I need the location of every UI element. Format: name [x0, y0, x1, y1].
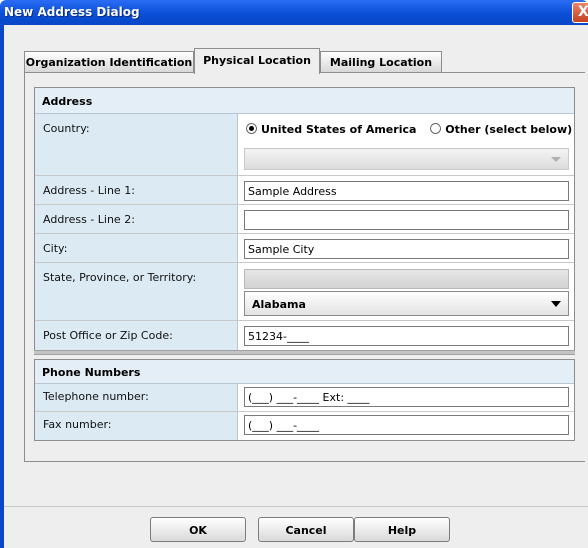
address-line2-input[interactable] — [244, 210, 569, 230]
radio-united-states[interactable]: United States of America — [246, 123, 416, 136]
ok-button[interactable]: OK — [150, 517, 246, 542]
state-select[interactable]: Alabama — [244, 291, 569, 316]
section-divider[interactable] — [34, 350, 575, 355]
telephone-label: Telephone number: — [35, 384, 238, 411]
state-select-value: Alabama — [252, 298, 306, 311]
address-header: Address — [35, 88, 574, 114]
fax-label: Fax number: — [35, 412, 238, 440]
country-radio-group: United States of America Other (select b… — [246, 123, 572, 136]
phone-header: Phone Numbers — [35, 360, 574, 384]
address-line1-input[interactable]: Sample Address — [244, 181, 569, 201]
fax-value: (___) ___-____ — [238, 412, 574, 440]
radio-united-states-label: United States of America — [261, 123, 417, 136]
button-bar-rule — [4, 506, 588, 507]
city-value: Sample City — [238, 234, 574, 262]
country-value: United States of America Other (select b… — [238, 114, 574, 175]
country-row: Country: United States of America Other … — [35, 114, 574, 176]
tab-physical-location[interactable]: Physical Location — [194, 48, 320, 74]
radio-icon — [430, 123, 442, 134]
city-row: City: Sample City — [35, 234, 574, 263]
phone-section: Phone Numbers Telephone number: (___) __… — [34, 359, 575, 441]
radio-other[interactable]: Other (select below) — [430, 123, 572, 136]
state-blank-field — [244, 269, 569, 289]
zip-value: 51234-____ — [238, 321, 574, 351]
chevron-down-icon — [551, 157, 561, 162]
tab-panel: Address Country: United States of Americ… — [24, 72, 585, 462]
zip-row: Post Office or Zip Code: 51234-____ — [35, 321, 574, 351]
telephone-value: (___) ___-____ Ext: ____ — [238, 384, 574, 411]
address-section: Address Country: United States of Americ… — [34, 87, 575, 352]
state-row: State, Province, or Territory: Alabama — [35, 263, 574, 321]
radio-icon — [246, 123, 257, 134]
address-line1-label: Address - Line 1: — [35, 176, 238, 204]
state-value: Alabama — [238, 263, 574, 320]
other-country-select — [244, 148, 569, 170]
tab-organization-identification[interactable]: Organization Identification — [24, 51, 194, 73]
help-button[interactable]: Help — [354, 517, 450, 542]
close-icon[interactable]: X — [572, 2, 588, 23]
radio-other-label: Other (select below) — [445, 123, 573, 136]
telephone-input[interactable]: (___) ___-____ Ext: ____ — [244, 387, 569, 407]
zip-label: Post Office or Zip Code: — [35, 321, 238, 351]
cancel-button[interactable]: Cancel — [258, 517, 354, 542]
address-line1-row: Address - Line 1: Sample Address — [35, 176, 574, 205]
fax-input[interactable]: (___) ___-____ — [244, 415, 569, 435]
title-bar: New Address Dialog X — [0, 0, 588, 25]
chevron-down-icon — [551, 301, 561, 307]
address-line2-row: Address - Line 2: — [35, 205, 574, 234]
window-title: New Address Dialog — [4, 5, 140, 19]
address-line2-value — [238, 205, 574, 233]
address-line1-value: Sample Address — [238, 176, 574, 204]
fax-row: Fax number: (___) ___-____ — [35, 412, 574, 440]
tab-mailing-location[interactable]: Mailing Location — [320, 51, 442, 73]
address-line2-label: Address - Line 2: — [35, 205, 238, 233]
city-label: City: — [35, 234, 238, 262]
country-label: Country: — [35, 114, 238, 175]
zip-input[interactable]: 51234-____ — [244, 326, 569, 346]
telephone-row: Telephone number: (___) ___-____ Ext: __… — [35, 384, 574, 412]
city-input[interactable]: Sample City — [244, 239, 569, 259]
state-label: State, Province, or Territory: — [35, 263, 238, 320]
